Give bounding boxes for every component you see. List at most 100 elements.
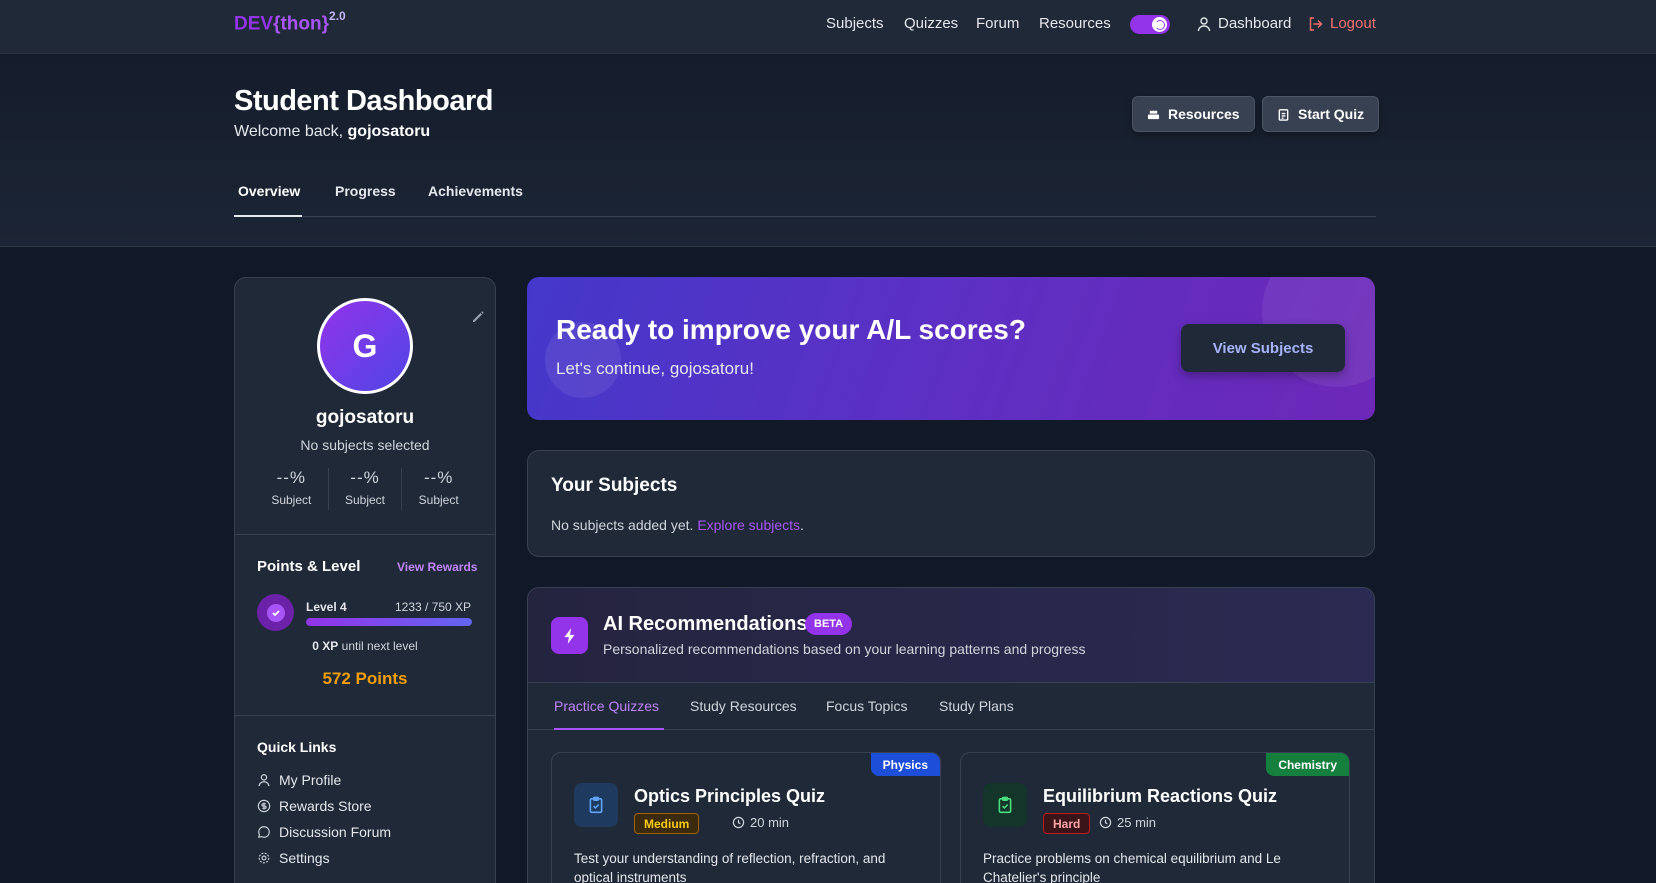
quiz-card[interactable]: Physics Optics Principles Quiz Medium 20… [551,752,941,883]
xp-label: 1233 / 750 XP [395,600,472,614]
dollar-icon [257,799,271,813]
stat-value: --% [423,468,454,487]
subjects-empty-message: No subjects added yet. Explore subjects. [551,517,804,533]
ai-header: AI Recommendations BETA Personalized rec… [528,588,1374,683]
quiz-duration: 20 min [732,815,789,830]
quick-links-title: Quick Links [257,739,337,755]
tab-overview[interactable]: Overview [234,183,302,217]
moon-icon [1152,17,1167,32]
welcome-prefix: Welcome back, [234,123,344,140]
ai-tab-study-plans[interactable]: Study Plans [939,698,1014,730]
subject-tag: Physics [870,753,940,776]
quiz-description: Test your understanding of reflection, r… [574,851,886,883]
profile-card: G gojosatoru No subjects selected --% Su… [234,277,496,883]
start-quiz-label: Start Quiz [1298,106,1365,122]
tab-progress[interactable]: Progress [335,183,396,217]
subjects-period: . [800,517,804,533]
page-title: Student Dashboard [234,85,493,117]
difficulty-badge: Hard [1043,813,1091,834]
theme-toggle[interactable] [1130,15,1170,34]
nav-link-forum[interactable]: Forum [976,15,1019,32]
stat-label: Subject [271,493,312,507]
beta-badge: BETA [805,613,853,635]
ai-title: AI Recommendations [603,613,808,635]
subject-stats: --% Subject --% Subject --% Subject [255,468,475,510]
page-header: Student Dashboard Welcome back, gojosato… [0,55,1656,247]
quick-link-settings[interactable]: Settings [257,850,330,866]
brand-suffix: {thon} [273,13,330,35]
xp-progress-fill [306,618,472,626]
quick-link-discussion-forum[interactable]: Discussion Forum [257,824,391,840]
gear-icon [258,852,270,864]
ai-tabs: Practice Quizzes Study Resources Focus T… [528,683,1374,730]
quick-link-rewards-store[interactable]: Rewards Store [257,798,372,814]
quick-link-label: Settings [279,850,330,866]
welcome-username: gojosatoru [347,123,431,140]
brand-logo[interactable]: DEV{thon}2.0 [234,9,346,35]
subject-stat: --% Subject [329,468,403,510]
stat-value: --% [350,468,380,487]
nav-link-subjects[interactable]: Subjects [826,15,884,32]
quick-link-label: Discussion Forum [279,824,392,840]
level-label: Level 4 [306,600,347,614]
user-icon [1197,16,1211,31]
ai-recommendations-card: AI Recommendations BETA Personalized rec… [527,587,1375,883]
ai-tab-study-resources[interactable]: Study Resources [690,698,797,730]
logout-icon [1309,16,1323,31]
stat-label: Subject [344,493,386,507]
start-quiz-button[interactable]: Start Quiz [1262,96,1380,132]
next-level-xp: 0 XP [312,639,339,653]
dashboard-tabs: Overview Progress Achievements [234,183,1376,217]
explore-subjects-link[interactable]: Explore subjects [697,517,800,533]
quiz-duration: 25 min [1099,815,1156,830]
points-total: 572 Points [322,669,408,688]
subject-stat: --% Subject [255,468,329,510]
brand-prefix: DEV [234,13,274,35]
quick-link-my-profile[interactable]: My Profile [257,772,341,788]
ai-tab-focus-topics[interactable]: Focus Topics [826,698,907,730]
quiz-title: Optics Principles Quiz [634,786,826,806]
stat-value: --% [276,468,307,487]
quiz-description: Practice problems on chemical equilibriu… [983,851,1281,883]
tab-achievements[interactable]: Achievements [428,183,523,217]
welcome-message: Welcome back, gojosatoru [234,123,430,141]
inbox-icon [1147,110,1160,119]
divider [235,534,495,535]
nav-dashboard-label: Dashboard [1218,15,1292,32]
pencil-icon[interactable] [471,310,485,324]
navbar: DEV{thon}2.0 Subjects Quizzes Forum Reso… [0,0,1656,54]
ai-tab-practice-quizzes[interactable]: Practice Quizzes [554,698,664,730]
nav-link-quizzes[interactable]: Quizzes [904,15,958,32]
avatar: G [317,298,413,394]
brand-version: 2.0 [329,9,346,23]
quiz-title: Equilibrium Reactions Quiz [1043,786,1278,806]
your-subjects-card: Your Subjects No subjects added yet. Exp… [527,450,1375,557]
subjects-title: Your Subjects [551,475,678,496]
nav-link-resources[interactable]: Resources [1039,15,1111,32]
nav-dashboard-link[interactable]: Dashboard [1196,15,1291,32]
quiz-card[interactable]: Chemistry Equilibrium Reactions Quiz Har… [960,752,1350,883]
ai-description: Personalized recommendations based on yo… [603,641,1086,657]
quiz-duration-text: 20 min [750,815,790,830]
clock-icon [1099,816,1112,829]
clipboard-check-icon [983,783,1027,827]
profile-name: gojosatoru [315,407,415,428]
quick-link-label: Rewards Store [279,798,372,814]
hero-banner: Ready to improve your A/L scores? Let's … [527,277,1375,420]
view-rewards-link[interactable]: View Rewards [397,560,477,574]
logout-label: Logout [1330,15,1376,32]
subjects-empty-text: No subjects added yet. [551,517,694,533]
difficulty-badge: Medium [634,813,700,834]
stat-label: Subject [418,493,459,507]
clock-icon [732,816,745,829]
view-subjects-button[interactable]: View Subjects [1181,324,1345,372]
points-level-title: Points & Level [257,558,361,575]
user-icon [258,774,270,787]
resources-button[interactable]: Resources [1132,96,1255,132]
xp-progress-bar [306,618,472,626]
clipboard-check-icon [574,783,618,827]
divider [235,715,495,716]
logout-button[interactable]: Logout [1308,15,1376,32]
chat-icon [257,826,270,839]
lightning-icon [551,617,588,654]
